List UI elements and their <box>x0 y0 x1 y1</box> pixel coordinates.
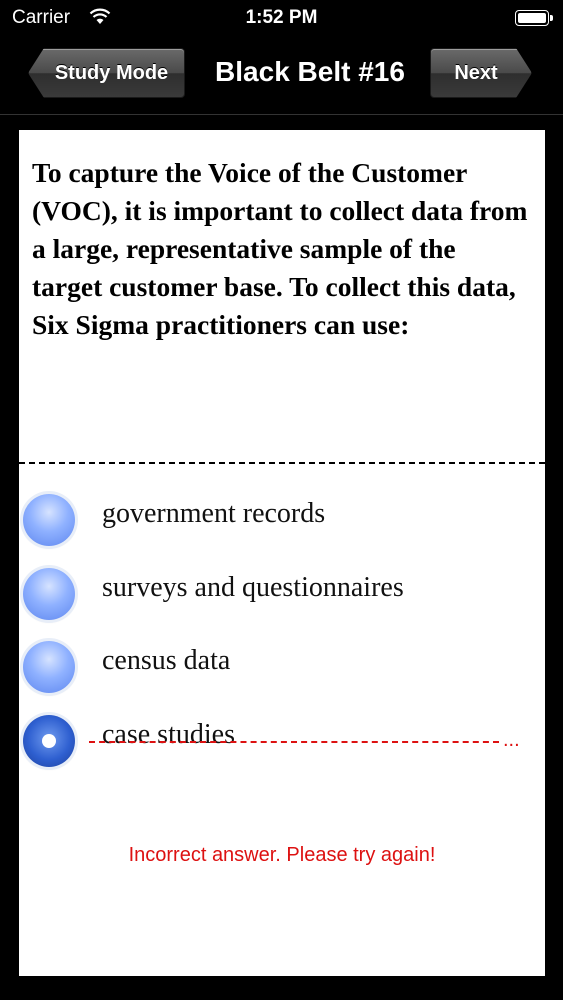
answer-option-selected[interactable]: case studies ... <box>19 711 545 771</box>
option-label: government records <box>102 498 326 529</box>
incorrect-strike-line <box>89 741 499 743</box>
status-time: 1:52 PM <box>245 7 318 28</box>
option-label: census data <box>102 645 231 676</box>
page-title: Black Belt #16 <box>215 56 405 87</box>
question-card: To capture the Voice of the Customer (VO… <box>19 130 545 976</box>
option-label: surveys and questionnaires <box>102 572 404 603</box>
next-button[interactable]: Next <box>430 48 532 98</box>
status-bar: Carrier 1:52 PM <box>0 0 563 36</box>
feedback-message: Incorrect answer. Please try again! <box>128 844 436 866</box>
radio-button[interactable] <box>23 641 75 693</box>
divider <box>19 462 545 464</box>
radio-button[interactable] <box>23 494 75 546</box>
question-text: To capture the Voice of the Customer (VO… <box>32 157 528 340</box>
answer-option[interactable]: government records <box>19 490 545 550</box>
battery-icon <box>515 10 553 26</box>
navigation-bar: Study Mode Black Belt #16 Next <box>0 36 563 115</box>
radio-button-selected[interactable] <box>23 715 75 767</box>
radio-dot <box>42 734 56 748</box>
option-label: case studies <box>102 719 235 750</box>
strike-ellipsis: ... <box>503 729 520 751</box>
answer-option[interactable]: surveys and questionnaires <box>19 564 545 624</box>
radio-button[interactable] <box>23 568 75 620</box>
study-mode-button[interactable]: Study Mode <box>28 48 185 98</box>
answer-option[interactable]: census data <box>19 637 545 697</box>
